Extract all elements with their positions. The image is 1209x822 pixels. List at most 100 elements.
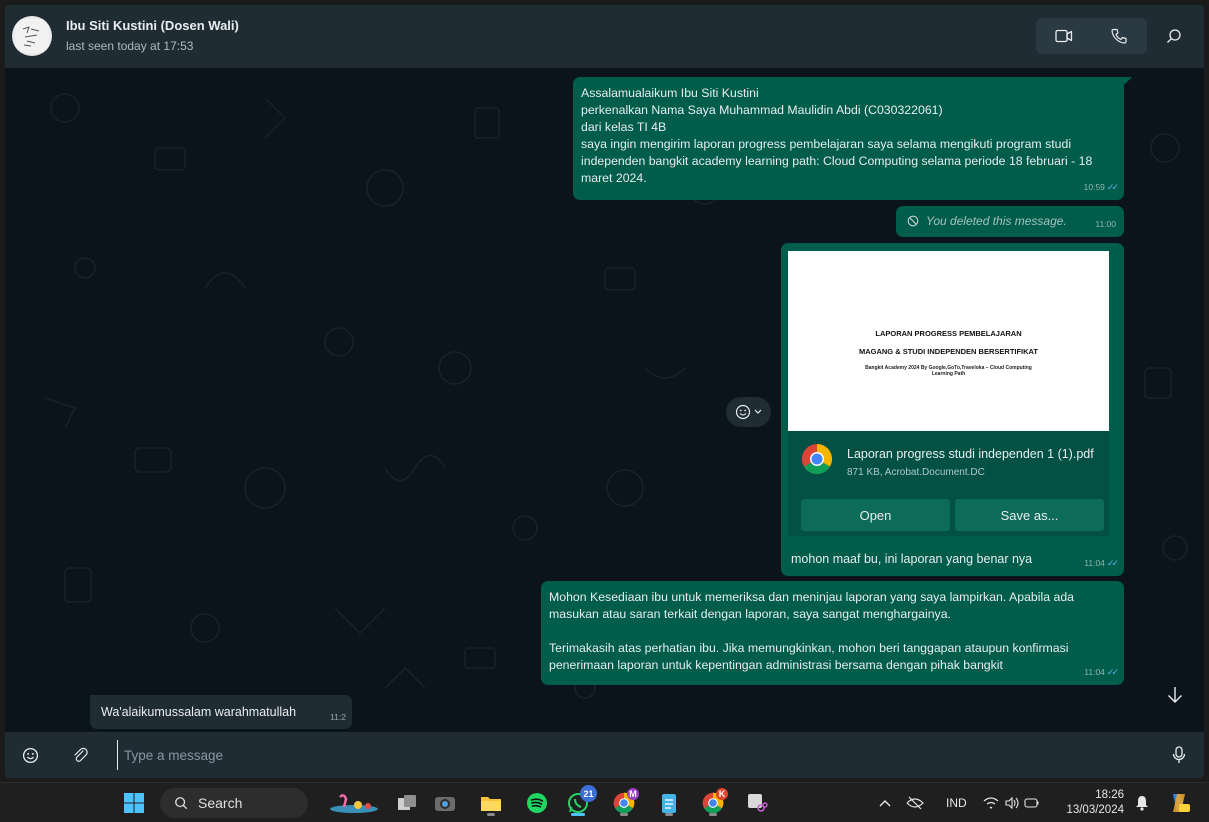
snipping-tool-button[interactable]: [742, 789, 772, 817]
chevron-up-icon: [879, 800, 891, 807]
microphone-icon: [1172, 746, 1186, 763]
search-icon: [175, 797, 188, 810]
spotify-button[interactable]: [522, 789, 552, 817]
message-time: 11:04: [1084, 558, 1105, 568]
file-explorer-button[interactable]: [476, 789, 506, 817]
quick-settings-button[interactable]: [980, 789, 1044, 817]
message-text: Wa'alaikumussalam warahmatullah: [101, 705, 297, 719]
chat-header: Ibu Siti Kustini (Dosen Wali) last seen …: [5, 5, 1204, 68]
tray-app-button[interactable]: [903, 789, 927, 817]
message-time: 11:00: [1095, 219, 1116, 229]
message-input[interactable]: [117, 740, 1157, 770]
emoji-icon: [22, 747, 38, 763]
message-meta: 11:04 ✓✓: [1084, 555, 1119, 572]
windows-taskbar: Search 21 M K IND 18:26 13/03/2024: [0, 782, 1209, 822]
search-button[interactable]: [1162, 24, 1186, 48]
document-meta: 871 KB, Acrobat.Document.DC: [847, 467, 985, 478]
chrome-icon: [801, 444, 833, 475]
call-button-group: [1036, 18, 1147, 54]
contact-name[interactable]: Ibu Siti Kustini (Dosen Wali): [66, 18, 239, 33]
bell-icon: [1136, 796, 1148, 811]
folder-icon: [481, 797, 501, 811]
clock-time: 18:26: [1095, 789, 1124, 801]
camera-app-button[interactable]: [430, 789, 460, 817]
preview-title-1: LAPORAN PROGRESS PEMBELAJARAN: [875, 329, 1022, 338]
compose-bar: [5, 732, 1204, 778]
widgets-button[interactable]: [326, 789, 382, 817]
paperclip-icon: [74, 747, 88, 762]
read-ticks-icon: ✓✓: [1106, 558, 1119, 568]
document-preview[interactable]: LAPORAN PROGRESS PEMBELAJARAN MAGANG & S…: [788, 251, 1109, 431]
running-indicator: [620, 813, 628, 816]
message-text: Mohon Kesediaan ibu untuk memeriksa dan …: [549, 590, 1074, 672]
voice-call-icon: [1110, 28, 1127, 44]
emoji-button[interactable]: [18, 743, 42, 767]
network-volume-battery-icon: [983, 796, 1039, 810]
incoming-message[interactable]: Wa'alaikumussalam warahmatullah 11:2: [90, 695, 352, 729]
whatsapp-window: Ibu Siti Kustini (Dosen Wali) last seen …: [5, 5, 1204, 778]
voice-call-button[interactable]: [1091, 18, 1146, 54]
contact-last-seen: last seen today at 17:53: [66, 39, 194, 53]
whatsapp-badge: 21: [580, 785, 597, 802]
scroll-to-bottom-button[interactable]: [1157, 677, 1193, 713]
chrome-profile-1-button[interactable]: M: [609, 788, 639, 817]
attach-button[interactable]: [68, 743, 92, 767]
message-meta: 11:04 ✓✓: [1084, 664, 1119, 681]
message-text: Assalamualaikum Ibu Siti Kustini perkena…: [581, 86, 1093, 185]
open-button[interactable]: Open: [801, 499, 950, 531]
profile-badge: K: [716, 788, 728, 800]
message-time: 11:2: [330, 712, 346, 722]
notifications-button[interactable]: [1131, 789, 1153, 817]
search-icon: [1167, 29, 1181, 43]
profile-badge: M: [627, 788, 639, 800]
message-meta: 11:00: [1095, 216, 1116, 233]
copilot-button[interactable]: [1165, 789, 1193, 817]
snipping-tool-icon: [748, 794, 768, 812]
taskbar-search[interactable]: Search: [160, 788, 308, 818]
document-message[interactable]: LAPORAN PROGRESS PEMBELAJARAN MAGANG & S…: [781, 243, 1124, 576]
outgoing-message[interactable]: Mohon Kesediaan ibu untuk memeriksa dan …: [541, 581, 1124, 685]
video-call-button[interactable]: [1036, 18, 1091, 54]
deleted-message[interactable]: You deleted this message. 11:00: [896, 206, 1124, 237]
document-caption: mohon maaf bu, ini laporan yang benar ny…: [791, 552, 1033, 566]
save-as-button[interactable]: Save as...: [955, 499, 1104, 531]
running-indicator: [665, 813, 673, 816]
system-clock[interactable]: 18:26 13/03/2024: [1066, 788, 1124, 818]
chat-area[interactable]: Assalamualaikum Ibu Siti Kustini perkena…: [5, 68, 1204, 732]
task-view-button[interactable]: [392, 789, 422, 817]
reaction-button[interactable]: [726, 397, 771, 427]
avatar-image: [15, 19, 49, 53]
language-indicator[interactable]: IND: [946, 796, 967, 810]
message-meta: 11:2: [330, 709, 346, 726]
document-info[interactable]: Laporan progress studi independen 1 (1).…: [788, 431, 1109, 487]
show-hidden-icons-button[interactable]: [875, 789, 895, 817]
message-time: 11:04: [1084, 667, 1105, 677]
task-view-icon: [398, 795, 416, 810]
flamingo-widget-icon: [330, 794, 378, 813]
notepad-button[interactable]: [654, 789, 684, 817]
emoji-icon: [735, 404, 751, 420]
whatsapp-button[interactable]: 21: [563, 785, 597, 817]
running-indicator: [487, 813, 495, 816]
voice-message-button[interactable]: [1167, 743, 1191, 767]
avatar[interactable]: [12, 16, 52, 56]
notepad-icon: [662, 794, 676, 813]
read-ticks-icon: ✓✓: [1106, 182, 1119, 192]
start-button[interactable]: [119, 789, 149, 817]
message-meta: 10:59 ✓✓: [1083, 179, 1119, 196]
arrow-down-icon: [1168, 687, 1182, 703]
chrome-profile-2-button[interactable]: K: [698, 788, 728, 817]
copilot-icon: [1173, 794, 1190, 812]
message-time: 10:59: [1083, 182, 1105, 192]
taskbar-search-label: Search: [198, 795, 243, 811]
outgoing-message[interactable]: Assalamualaikum Ibu Siti Kustini perkena…: [573, 77, 1132, 200]
document-filename: Laporan progress studi independen 1 (1).…: [847, 447, 1094, 461]
deleted-icon: [907, 215, 919, 227]
bubble-tail: [1123, 77, 1132, 86]
chevron-down-icon: [754, 409, 762, 414]
video-call-icon: [1054, 29, 1072, 43]
active-indicator: [571, 813, 585, 816]
deleted-message-text: You deleted this message.: [926, 214, 1067, 228]
running-indicator: [709, 813, 717, 816]
windows-logo-icon: [124, 793, 144, 813]
